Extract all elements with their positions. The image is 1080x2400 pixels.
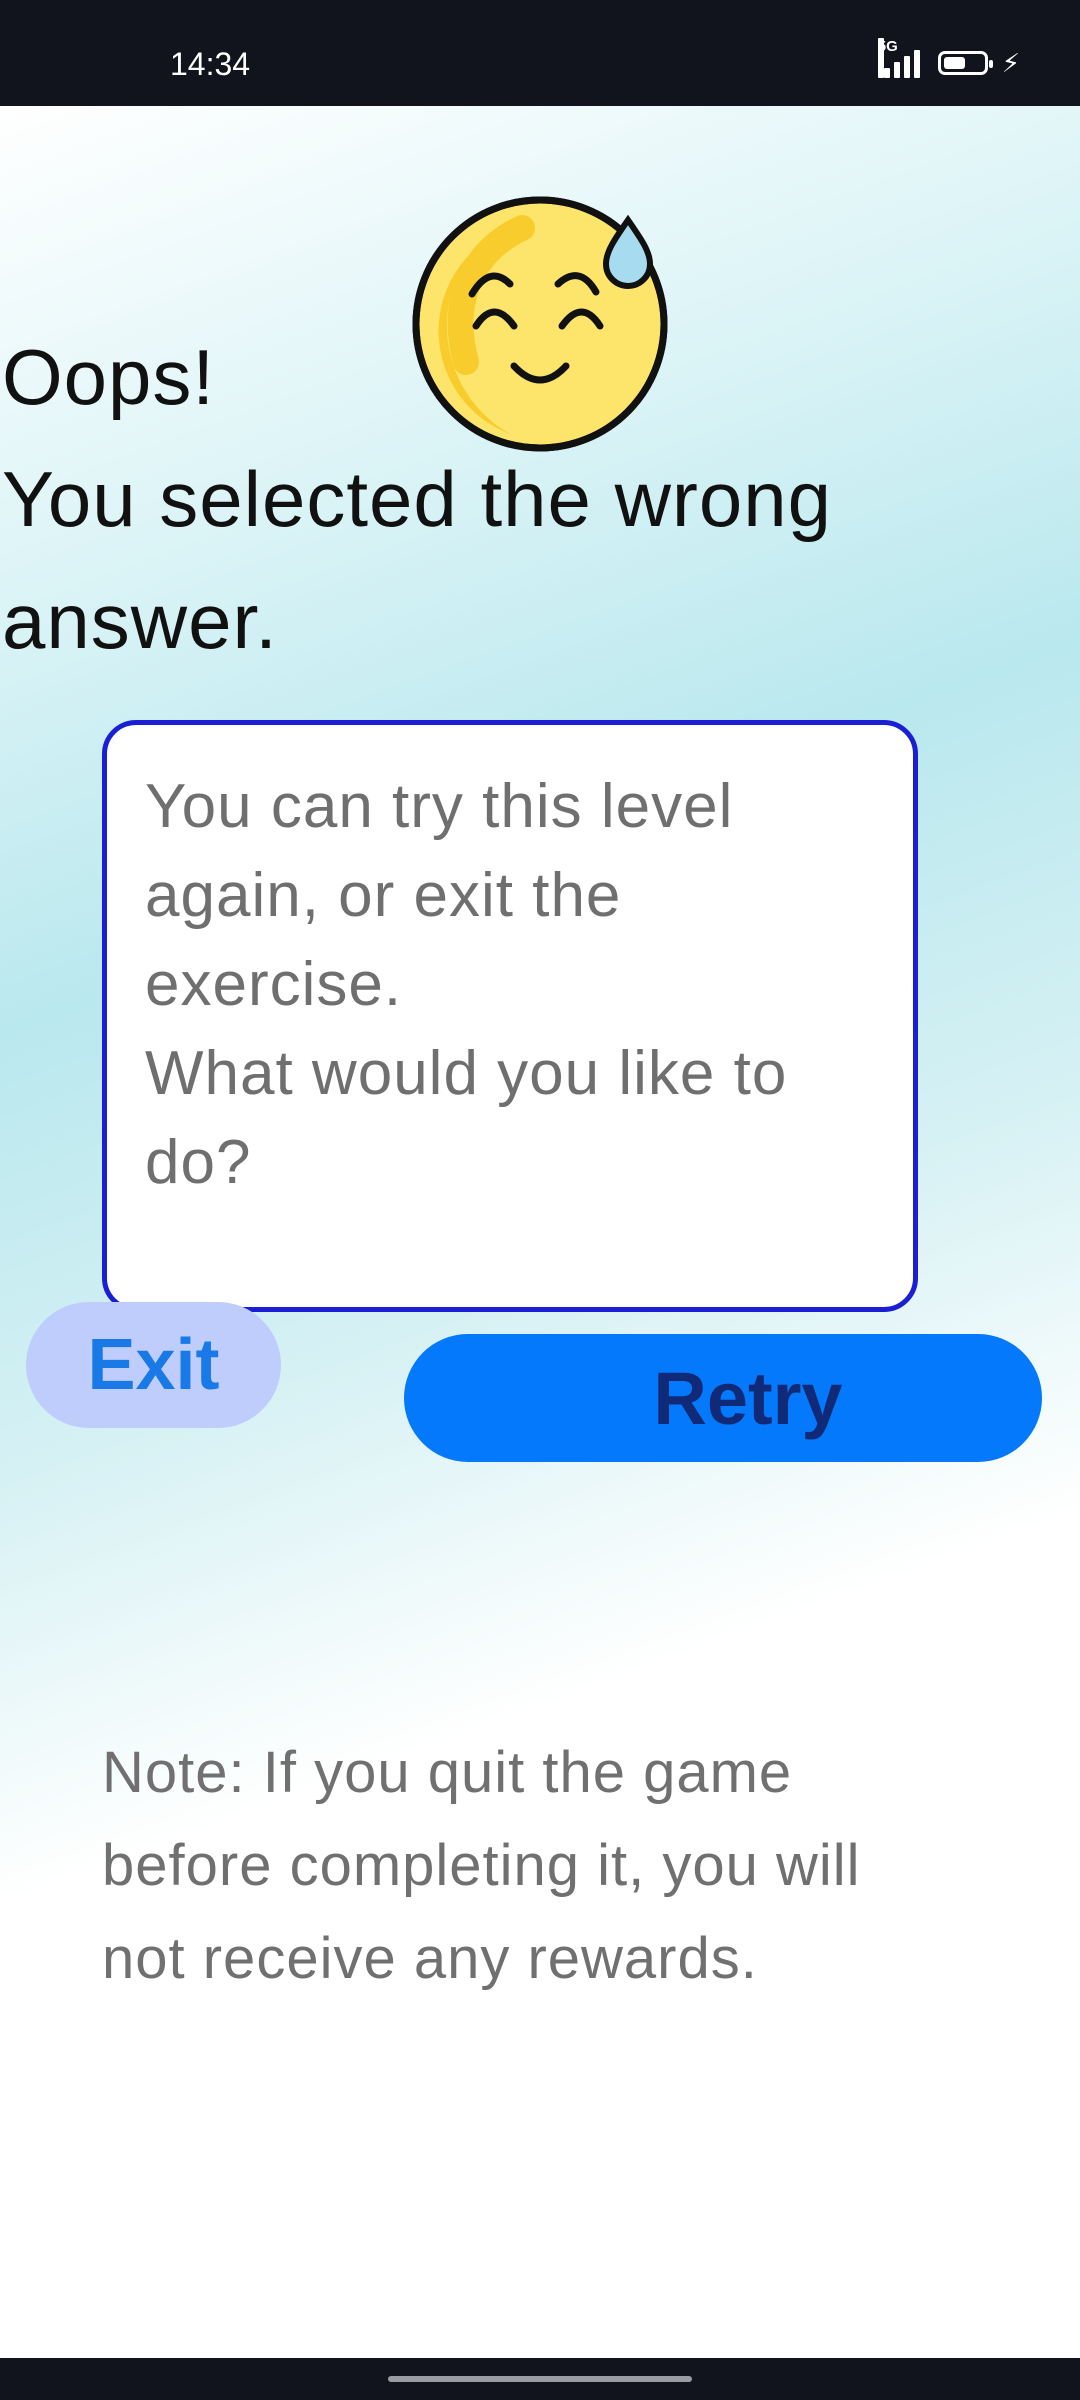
network-type-label: 5G bbox=[877, 38, 898, 78]
rewards-note: Note: If you quit the game before comple… bbox=[102, 1726, 1002, 2005]
navigation-bar bbox=[0, 2358, 1080, 2400]
headline-line: answer. bbox=[2, 577, 278, 665]
note-line: not receive any rewards. bbox=[102, 1926, 758, 1991]
result-headline: Oops! You selected the wrong answer. bbox=[2, 316, 1002, 682]
exit-button[interactable]: Exit bbox=[26, 1302, 281, 1428]
status-time: 14:34 bbox=[170, 46, 251, 82]
headline-line: You selected the wrong bbox=[2, 455, 833, 543]
cellular-signal-icon: 5G bbox=[877, 38, 924, 78]
headline-line: Oops! bbox=[2, 333, 216, 421]
retry-message-box: You can try this level again, or exit th… bbox=[102, 720, 918, 1312]
message-line: You can try this level bbox=[145, 772, 734, 841]
note-line: Note: If you quit the game bbox=[102, 1740, 793, 1805]
status-icons: 5G ⚡︎ bbox=[877, 38, 1020, 78]
message-line: exercise. bbox=[145, 950, 403, 1019]
charging-bolt-icon: ⚡︎ bbox=[1001, 48, 1020, 78]
status-bar: 14:34 5G ⚡︎ bbox=[0, 0, 1080, 106]
result-screen: Oops! You selected the wrong answer. You… bbox=[0, 106, 1080, 2358]
home-indicator[interactable] bbox=[388, 2376, 692, 2382]
battery-level bbox=[943, 57, 965, 69]
note-line: before completing it, you will bbox=[102, 1833, 861, 1898]
message-line: do? bbox=[145, 1128, 252, 1197]
retry-button[interactable]: Retry bbox=[404, 1334, 1042, 1462]
message-line: again, or exit the bbox=[145, 861, 622, 930]
battery-icon bbox=[937, 51, 993, 75]
message-line: What would you like to bbox=[145, 1039, 788, 1108]
